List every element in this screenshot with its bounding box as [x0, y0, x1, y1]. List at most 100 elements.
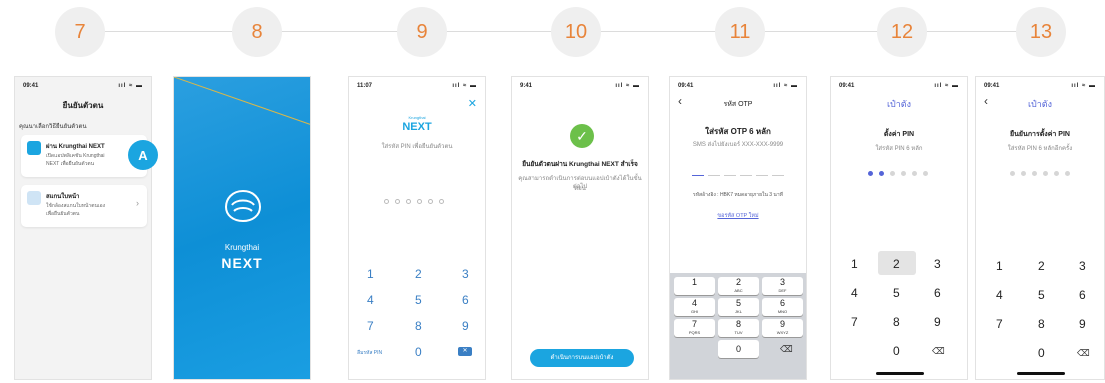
key-0[interactable]: 0	[893, 344, 900, 358]
status-time: 11:07	[357, 83, 373, 89]
step-7: 7	[55, 7, 105, 57]
step-8: 8	[232, 7, 282, 57]
close-icon[interactable]: ✕	[468, 97, 477, 110]
key-8[interactable]: 8	[415, 319, 422, 333]
key-8[interactable]: 8	[893, 315, 900, 329]
key-8[interactable]: 8	[1038, 317, 1045, 331]
key-2[interactable]: 2	[893, 257, 900, 271]
backspace-icon[interactable]: ⌫	[1077, 348, 1090, 359]
backspace-icon[interactable]: ✕	[458, 347, 472, 356]
success-check-icon: ✓	[570, 124, 594, 148]
status-time: 09:41	[839, 83, 855, 89]
status-icons: ııl ≈ ▬	[615, 83, 640, 89]
pin-hint: ใส่รหัส PIN เพื่อยืนยันตัวตน	[381, 144, 453, 150]
key-9[interactable]: 9	[462, 319, 469, 333]
key-4[interactable]: 4	[851, 286, 858, 300]
option-desc: เปิดแอปพลิเคชัน Krungthai	[46, 153, 105, 159]
krungthai-bird-logo	[224, 189, 262, 223]
pin-dot	[395, 199, 400, 204]
key-1[interactable]: 1	[851, 257, 858, 271]
status-icons: ııl ≈ ▬	[1071, 83, 1096, 89]
pin-dot	[417, 199, 422, 204]
key-2[interactable]: 2	[415, 267, 422, 281]
key-4[interactable]: 4	[367, 293, 374, 307]
key-3[interactable]: 3	[934, 257, 941, 271]
key-2[interactable]: 2	[1038, 259, 1045, 273]
key-0[interactable]: 0	[415, 345, 422, 359]
key-1[interactable]: 1	[367, 267, 374, 281]
key-5[interactable]: 5	[893, 286, 900, 300]
step-12: 12	[877, 7, 927, 57]
screen-verify-method: 09:41 ııl ≈ ▬ ยืนยันตัวตน คุณนาเลือกวิธีย…	[14, 76, 152, 380]
pin-dot	[1054, 171, 1059, 176]
key-5[interactable]: 5 JKL	[718, 298, 759, 316]
confirm-pin-title: ยืนยันการตั้งค่า PIN	[1010, 131, 1070, 138]
success-desc: ต่อไป	[572, 184, 588, 190]
key-9[interactable]: 9	[934, 315, 941, 329]
pin-dot	[890, 171, 895, 176]
pin-dot	[1010, 171, 1015, 176]
status-time: 09:41	[984, 83, 1000, 89]
key-0[interactable]: 0	[718, 340, 759, 358]
option-desc: เพื่อยืนยันตัวตน	[46, 211, 80, 217]
otp-sms-info: SMS ส่งไปยังเบอร์ XXX-XXX-9999	[692, 142, 784, 148]
pin-dot	[428, 199, 433, 204]
key-6[interactable]: 6	[934, 286, 941, 300]
key-3[interactable]: 3	[1079, 259, 1086, 273]
brand-next: NEXT	[221, 255, 263, 271]
krungthai-app-icon	[27, 141, 41, 155]
option-desc: ใช้กล้องสแกนใบหน้าตนเอง	[46, 203, 106, 209]
key-6[interactable]: 6 MNO	[762, 298, 803, 316]
key-1[interactable]: 1	[996, 259, 1003, 273]
screen-set-pin: 09:41 ııl ≈ ▬ เป๋าตัง ตั้งค่า PIN ใส่รหัส…	[830, 76, 968, 380]
key-3[interactable]: 3	[462, 267, 469, 281]
pin-dot	[912, 171, 917, 176]
header-title: เป๋าตัง	[886, 99, 912, 109]
key-0[interactable]: 0	[1038, 346, 1045, 360]
key-6[interactable]: 6	[462, 293, 469, 307]
pin-dot	[1065, 171, 1070, 176]
status-icons: ııl ≈ ▬	[773, 83, 798, 89]
backspace-icon[interactable]: ⌫	[780, 344, 793, 355]
chevron-right-icon: ›	[136, 198, 139, 208]
annotation-badge: A	[128, 140, 158, 170]
key-5[interactable]: 5	[415, 293, 422, 307]
pin-dot	[1043, 171, 1048, 176]
status-icons: ııl ≈ ▬	[452, 83, 477, 89]
brand-name: Krungthai	[224, 243, 260, 252]
screen-otp: 09:41 ııl ≈ ▬ ‹ รหัส OTP ใส่รหัส OTP 6 หล…	[669, 76, 807, 380]
key-3[interactable]: 3 DEF	[762, 277, 803, 295]
forgot-pin-link[interactable]: ลืมรหัส PIN	[357, 349, 382, 357]
key-2[interactable]: 2 ABC	[718, 277, 759, 295]
key-9[interactable]: 9	[1079, 317, 1086, 331]
continue-paotang-button[interactable]: ดำเนินการบนแอปเป๋าตัง	[530, 349, 634, 367]
status-icons: ııl ≈ ▬	[934, 83, 959, 89]
key-7[interactable]: 7	[996, 317, 1003, 331]
set-pin-title: ตั้งค่า PIN	[883, 131, 915, 138]
status-time: 09:41	[23, 83, 39, 89]
pin-dot-filled	[868, 171, 873, 176]
face-scan-option[interactable]: สแกนใบหน้า ใช้กล้องสแกนใบหน้าตนเอง เพื่อ…	[21, 185, 147, 227]
resend-otp-link[interactable]: ขอรหัส OTP ใหม่	[670, 212, 806, 220]
key-9[interactable]: 9 WXYZ	[762, 319, 803, 337]
key-8[interactable]: 8 TUV	[718, 319, 759, 337]
status-time: 09:41	[678, 83, 694, 89]
key-7[interactable]: 7 PQRS	[674, 319, 715, 337]
key-7[interactable]: 7	[851, 315, 858, 329]
key-7[interactable]: 7	[367, 319, 374, 333]
backspace-icon[interactable]: ⌫	[932, 346, 945, 357]
numeric-keyboard: 1 2 ABC 3 DEF 4 GHI 5 JKL 6 MNO 7 PQRS 8 TUV 9W…	[670, 273, 806, 379]
key-1[interactable]: 1	[674, 277, 715, 295]
pin-dot	[439, 199, 444, 204]
pin-dot	[384, 199, 389, 204]
set-pin-hint: ใส่รหัส PIN 6 หลัก	[875, 146, 923, 152]
key-5[interactable]: 5	[1038, 288, 1045, 302]
key-6[interactable]: 6	[1079, 288, 1086, 302]
confirm-pin-hint: ใส่รหัส PIN 6 หลักอีกครั้ง	[1007, 146, 1073, 152]
option-title: ผ่าน Krungthai NEXT	[46, 144, 105, 150]
otp-reference: รหัสอ้างอิง : HBK7 หมดอายุภายใน 3 นาที	[693, 192, 783, 198]
face-scan-icon	[27, 191, 41, 205]
key-4[interactable]: 4	[996, 288, 1003, 302]
home-indicator	[1017, 372, 1065, 375]
key-4[interactable]: 4 GHI	[674, 298, 715, 316]
